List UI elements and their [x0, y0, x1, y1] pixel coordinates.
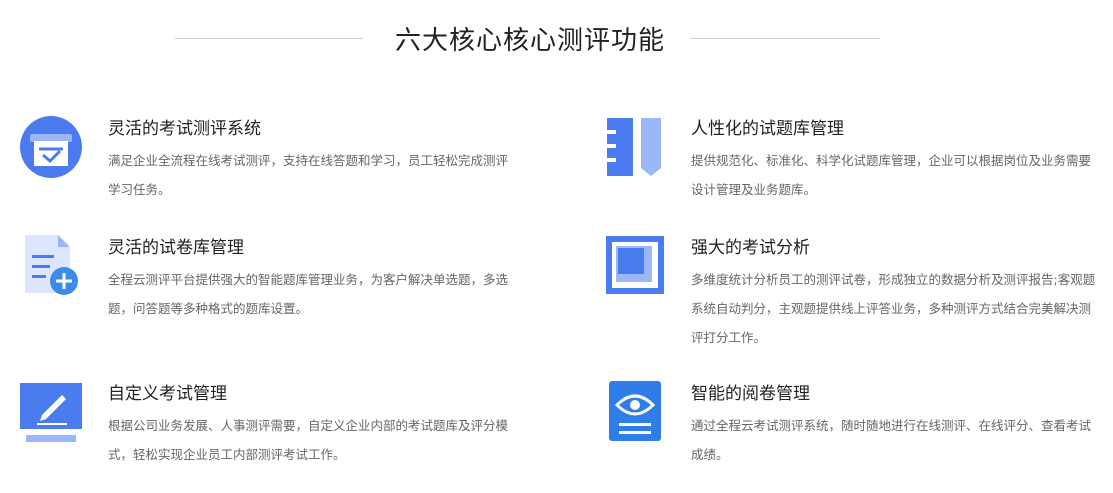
- feature-title: 人性化的试题库管理: [691, 119, 844, 139]
- eye-document-icon: [603, 379, 669, 445]
- section-title: 六大核心核心测评功能: [394, 26, 665, 56]
- header-divider-right: [690, 38, 880, 39]
- feature-description: 通过全程云考试测评系统，随时随地进行在线测评、在线评分、查看考试成绩。: [691, 418, 1092, 462]
- edit-screen-icon: [20, 379, 86, 445]
- feature-description: 提供规范化、标准化、科学化试题库管理，企业可以根据岗位及业务需要设计管理及业务题…: [691, 153, 1092, 197]
- header-divider-left: [175, 38, 363, 39]
- feature-description: 满足企业全流程在线考试测评，支持在线答题和学习，员工轻松完成测评学习任务。: [108, 153, 509, 197]
- feature-description: 多维度统计分析员工的测评试卷，形成独立的数据分析及测评报告;客观题系统自动判分，…: [691, 272, 1096, 345]
- feature-description: 根据公司业务发展、人事测评需要，自定义企业内部的考试题库及评分模式，轻松实现企业…: [108, 418, 509, 462]
- feature-description: 全程云测评平台提供强大的智能题库管理业务，为客户解决单选题，多选题，问答题等多种…: [108, 272, 509, 316]
- exam-cup-icon: [20, 114, 86, 180]
- bookmark-icon: [603, 114, 669, 180]
- feature-title: 灵活的试卷库管理: [108, 238, 244, 258]
- feature-title: 智能的阅卷管理: [691, 384, 810, 404]
- feature-title: 强大的考试分析: [691, 238, 810, 258]
- section-header: 六大核心核心测评功能: [0, 18, 1113, 62]
- add-document-icon: [20, 233, 86, 299]
- feature-title: 自定义考试管理: [108, 384, 227, 404]
- layers-icon: [603, 233, 669, 299]
- feature-title: 灵活的考试测评系统: [108, 119, 261, 139]
